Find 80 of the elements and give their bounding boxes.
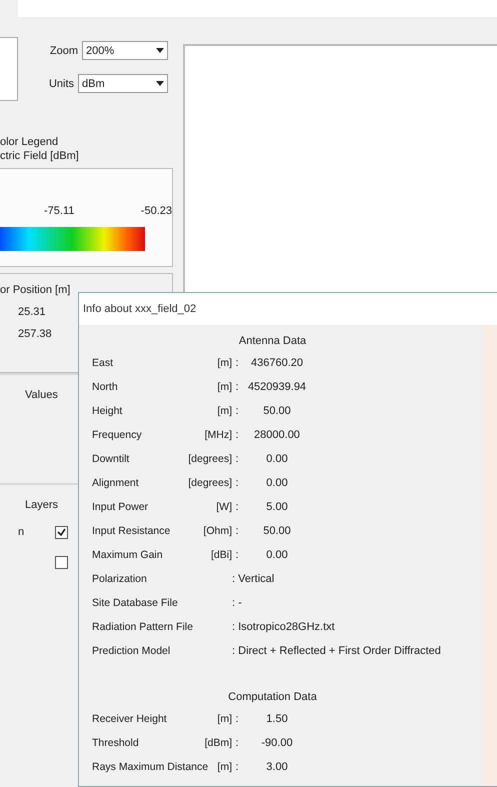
field-label: Input Power xyxy=(92,501,148,513)
separator-text: : xyxy=(234,381,240,393)
field-value: Direct + Reflected + First Order Diffracted xyxy=(237,645,441,657)
field-label: Height xyxy=(92,405,122,417)
separator-text: : xyxy=(234,453,240,465)
field-label: Site Database File xyxy=(92,597,178,609)
field-value: 436760.20 xyxy=(250,357,304,369)
unit-label: [degrees] xyxy=(188,477,232,489)
separator-text: : xyxy=(234,477,240,489)
zoom-dropdown[interactable]: 200% xyxy=(82,41,168,60)
separator-text: : xyxy=(234,501,240,513)
field-value: 0.00 xyxy=(265,477,289,489)
field-label: Alignment xyxy=(92,477,139,489)
field-value: 4520939.94 xyxy=(246,381,308,393)
tick-label: -50.23 xyxy=(140,205,172,217)
zoom-label: Zoom xyxy=(50,44,78,56)
group-heading: Antenna Data xyxy=(238,334,308,349)
field-label: Prediction Model xyxy=(92,645,170,657)
caret-icon xyxy=(156,48,164,53)
unit-label: [dBm] xyxy=(204,737,232,749)
unit-label: [W] xyxy=(216,501,232,513)
separator-text: : xyxy=(234,737,240,749)
field-value: 1.50 xyxy=(265,713,289,725)
field-value: 5.00 xyxy=(265,501,289,513)
field-label: Threshold xyxy=(92,737,139,749)
caret-icon xyxy=(156,81,164,86)
unit-label: [m] xyxy=(217,713,232,725)
field-value: 0.00 xyxy=(265,549,289,561)
field-value: - xyxy=(237,597,242,609)
legend-title: olor Legend xyxy=(0,135,60,149)
field-value: 3.00 xyxy=(265,761,289,773)
panel-background xyxy=(0,37,18,101)
separator-text: : xyxy=(234,761,240,773)
legend-title: ctric Field [dBm] xyxy=(0,149,80,163)
field-label: Radiation Pattern File xyxy=(92,621,193,633)
separator-text: : xyxy=(234,405,240,417)
unit-label: [MHz] xyxy=(204,429,232,441)
position-value: 257.38 xyxy=(17,328,52,340)
unit-label: [m] xyxy=(217,405,232,417)
field-label: Input Resistance xyxy=(92,525,170,537)
units-label: Units xyxy=(48,78,74,90)
unit-label: [Ohm] xyxy=(203,525,232,537)
separator-text: : xyxy=(232,597,236,609)
separator-text: : xyxy=(232,573,236,585)
separator-text: : xyxy=(234,713,240,725)
separator-text: : xyxy=(232,645,236,657)
unit-label: [dBi] xyxy=(210,549,232,561)
separator-text: : xyxy=(234,549,240,561)
dialog-title: Info about xxx_field_02 xyxy=(79,293,497,325)
field-value: 50.00 xyxy=(262,405,292,417)
field-label: East xyxy=(92,357,114,369)
position-title: or Position [m] xyxy=(0,284,70,296)
unit-label: [m] xyxy=(217,381,232,393)
field-label: Downtilt xyxy=(92,453,130,465)
group-heading: Computation Data xyxy=(227,690,318,705)
unit-label: [m] xyxy=(217,761,232,773)
layer-checkbox[interactable] xyxy=(55,556,68,568)
field-label: Polarization xyxy=(92,573,147,585)
field-label: Maximum Gain xyxy=(92,549,163,561)
field-label: Rays Maximum Distance xyxy=(92,761,208,773)
field-value: Vertical xyxy=(237,573,274,585)
unit-label: [degrees] xyxy=(188,453,232,465)
field-value: 50.00 xyxy=(262,525,292,537)
units-dropdown[interactable]: dBm xyxy=(78,74,168,93)
layer-label: n xyxy=(18,526,24,538)
separator-text: : xyxy=(234,357,240,369)
field-label: Frequency xyxy=(92,429,142,441)
field-value: -90.00 xyxy=(260,737,294,749)
position-value: 25.31 xyxy=(17,306,46,318)
separator-text: : xyxy=(234,429,240,441)
unit-label: [m] xyxy=(217,357,232,369)
field-value: 0.00 xyxy=(265,453,289,465)
layer-checkbox[interactable] xyxy=(55,526,68,538)
field-label: Receiver Height xyxy=(92,713,167,725)
tick-label: -75.11 xyxy=(44,205,74,217)
field-label: North xyxy=(92,381,118,393)
separator-text: : xyxy=(232,621,236,633)
separator-text: : xyxy=(234,525,240,537)
field-value: 28000.00 xyxy=(253,429,301,441)
field-value: Isotropico28GHz.txt xyxy=(237,621,335,633)
